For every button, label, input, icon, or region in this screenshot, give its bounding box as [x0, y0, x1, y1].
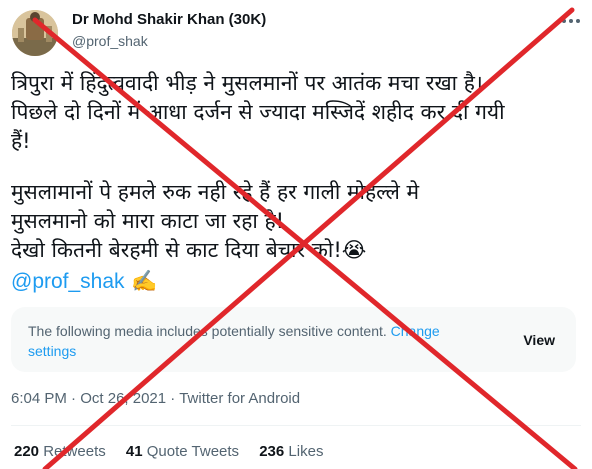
author-name[interactable]: Dr Mohd Shakir Khan (30K): [72, 11, 266, 28]
sensitive-media-text: The following media includes potentially…: [28, 323, 387, 339]
author-handle[interactable]: @prof_shak: [72, 33, 148, 49]
retweets-stat[interactable]: 220 Retweets: [14, 443, 106, 460]
engagement-stats: 220 Retweets 41 Quote Tweets 236 Likes: [14, 443, 339, 460]
tweet-line: देखो कितनी बेरहमी से काट दिया बेचारे को!…: [11, 238, 367, 262]
sensitive-media-warning: The following media includes potentially…: [11, 307, 576, 372]
divider: [11, 425, 581, 426]
tweet-line: त्रिपुरा में हिंदुत्ववादी भीड़ ने मुसलमा…: [11, 71, 483, 95]
tweet-meta: 6:04 PM · Oct 26, 2021 · Twitter for And…: [11, 390, 300, 407]
writing-hand-emoji-icon: ✍️: [131, 269, 158, 293]
tweet-line: मुसलामानों पे हमले रुक नही रहे हैं हर गा…: [11, 180, 420, 204]
tweet-header: Dr Mohd Shakir Khan (30K) @prof_shak: [12, 10, 582, 60]
tweet-line: मुसलमानो को मारा काटा जा रहा है!: [11, 209, 285, 233]
tweet-line: हैं!: [11, 129, 31, 153]
likes-stat[interactable]: 236 Likes: [259, 443, 323, 460]
tweet-source[interactable]: Twitter for Android: [179, 390, 300, 407]
mention-link[interactable]: @prof_shak: [11, 270, 125, 293]
tweet-text: त्रिपुरा में हिंदुत्ववादी भीड़ ने मुसलमा…: [11, 69, 571, 296]
more-options-icon[interactable]: [560, 10, 582, 32]
view-button[interactable]: View: [523, 332, 555, 348]
tweet-time[interactable]: 6:04 PM: [11, 390, 67, 407]
quote-tweets-stat[interactable]: 41 Quote Tweets: [126, 443, 239, 460]
tweet-date[interactable]: Oct 26, 2021: [80, 390, 166, 407]
tweet-line: पिछले दो दिनों में आधा दर्जन से ज्यादा म…: [11, 100, 505, 124]
meta-separator: ·: [71, 390, 77, 407]
avatar[interactable]: [12, 10, 58, 56]
meta-separator: ·: [170, 390, 176, 407]
